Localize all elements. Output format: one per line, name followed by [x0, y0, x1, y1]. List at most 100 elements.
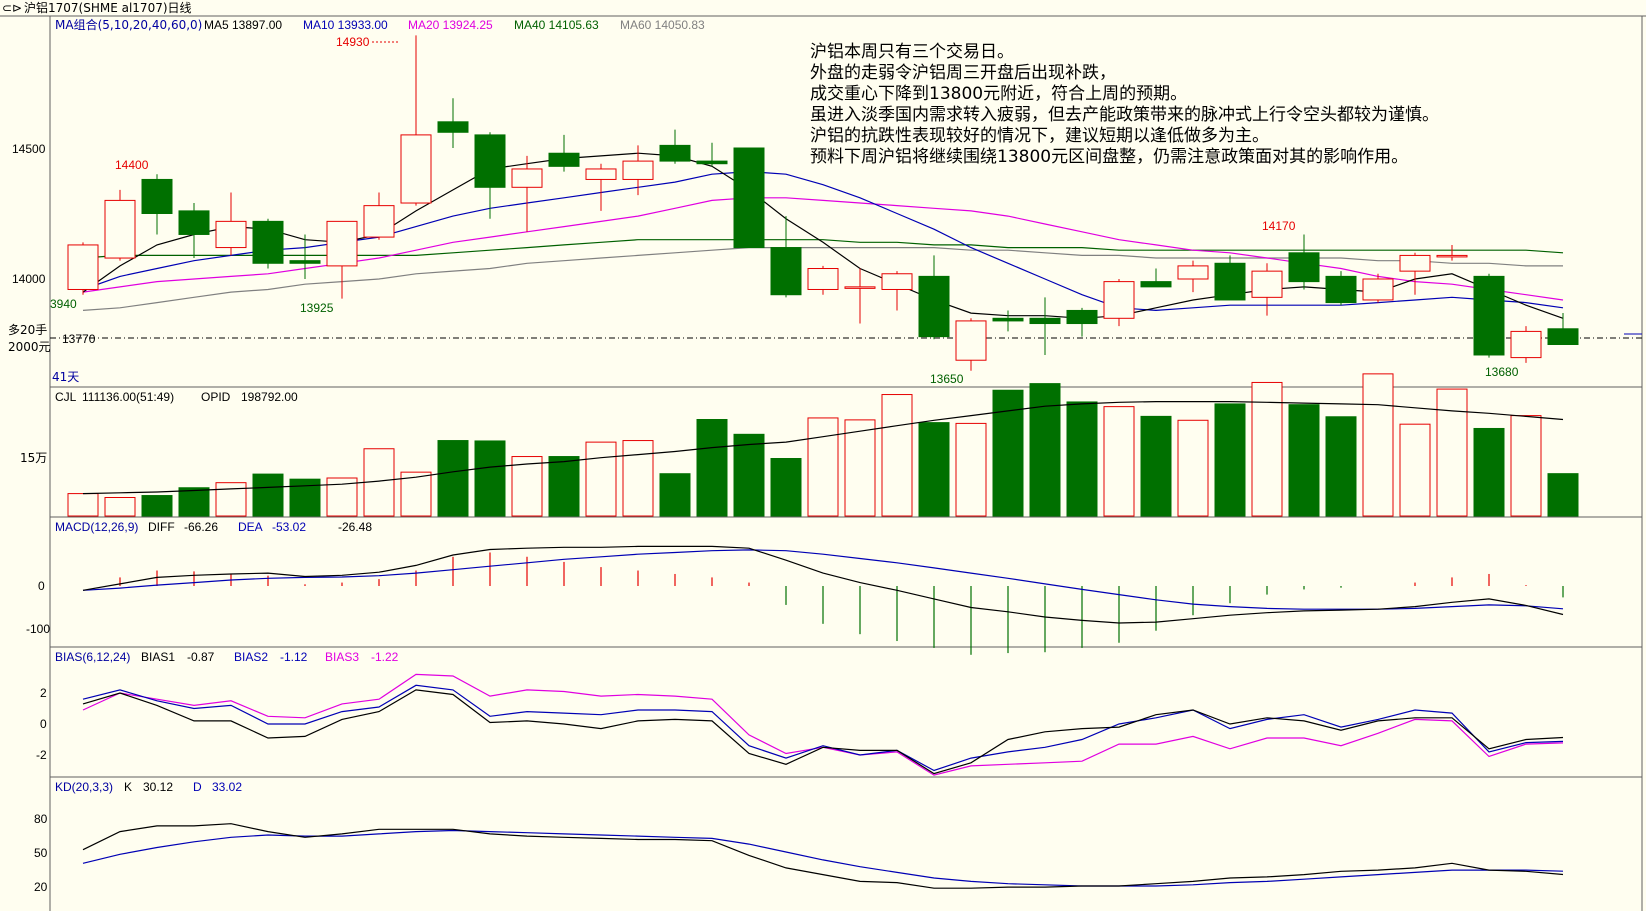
kd-d-label: D [193, 780, 202, 794]
bias-label: BIAS(6,12,24) [55, 650, 130, 664]
candle-body [1436, 254, 1468, 258]
volume-bar [1510, 415, 1542, 517]
volume-label: CJL [55, 390, 77, 404]
candle-body [992, 317, 1024, 322]
kd-legend: KD(20,3,3) K 30.12 D 33.02 80 50 20 [34, 780, 242, 894]
candle-body [363, 205, 395, 238]
candle-body [1325, 275, 1357, 304]
price-tick-14000: 14000 [12, 272, 46, 286]
price-annotations: 14930 14400 13925 13650 14170 13680 3940 [50, 35, 1519, 386]
commentary-line-3: 成交重心下降到13800元附近，符合上周的预期。 [810, 84, 1187, 104]
annotation-low-13650: 13650 [930, 372, 964, 386]
volume-bar [548, 456, 580, 517]
candle-body [1547, 328, 1579, 345]
macd-tick-0: 0 [38, 579, 45, 593]
macd-diff-value: -66.26 [184, 520, 218, 534]
volume-bar [696, 419, 728, 517]
candle-body [844, 286, 876, 289]
commentary-line-5: 沪铝的抗跌性表现较好的情况下，建议短期以逢低做多为主。 [810, 126, 1269, 146]
volume-bar [104, 497, 136, 517]
price-legend: MA组合(5,10,20,40,60,0) MA5 13897.00 MA10 … [55, 17, 705, 32]
bias-tick-0: 0 [40, 717, 47, 731]
volume-bar [1103, 406, 1135, 517]
ma20-legend: MA20 13924.25 [408, 18, 493, 32]
bias1-line [82, 689, 1564, 775]
kd-d-line [82, 829, 1564, 887]
bias3-label: BIAS3 [325, 650, 359, 664]
macd-diff-label: DIFF [148, 520, 175, 534]
volume-bar [1362, 373, 1394, 517]
window-title: 沪铝1707(SHME al1707)日线 [24, 0, 192, 15]
candle-body [881, 273, 913, 290]
candle-body [696, 160, 728, 165]
candle-body [1473, 275, 1505, 356]
macd-plot [82, 545, 1564, 655]
bias3-value: -1.22 [371, 650, 399, 664]
ma60-legend: MA60 14050.83 [620, 18, 705, 32]
annotation-high-14170: 14170 [1262, 219, 1296, 233]
volume-bar [659, 473, 691, 517]
candle-body [1140, 281, 1172, 288]
candle-body [807, 268, 839, 290]
kd-k-label: K [124, 780, 132, 794]
candle-body [474, 134, 506, 188]
bias2-value: -1.12 [280, 650, 308, 664]
kd-plot [82, 823, 1564, 889]
volume-bar [1436, 388, 1468, 517]
commentary-box: 沪铝本周只有三个交易日。 外盘的走弱令沪铝周三开盘后出现补跌， 成交重心下降到1… [810, 42, 1439, 167]
commentary-line-6: 预料下周沪铝将继续围绕13800元区间盘整，仍需注意政策面对其的影响作用。 [810, 147, 1408, 167]
volume-bar [881, 394, 913, 517]
kd-d-value: 33.02 [212, 780, 242, 794]
macd-dea-value: -53.02 [272, 520, 306, 534]
volume-bar [141, 495, 173, 517]
chart-canvas[interactable]: ⊂⊳ 沪铝1707(SHME al1707)日线 MA组合(5,10,20,40… [0, 0, 1646, 911]
ma5-legend: MA5 13897.00 [204, 18, 282, 32]
volume-bar [289, 478, 321, 517]
candle-body [918, 275, 950, 338]
candle-body [1103, 281, 1135, 319]
candle-body [178, 210, 210, 235]
candle-body [1399, 254, 1431, 272]
volume-bar [918, 422, 950, 517]
kd-tick-80: 80 [34, 812, 48, 826]
candle-body [104, 199, 136, 259]
candle-body [252, 220, 284, 264]
candle-body [733, 147, 765, 249]
kd-tick-50: 50 [34, 846, 48, 860]
position-pnl: 2000元 [8, 340, 51, 354]
volume-bar [474, 440, 506, 517]
kd-k-value: 30.12 [143, 780, 173, 794]
annotation-high-14930: 14930 [336, 35, 370, 49]
candle-body [548, 152, 580, 167]
candle-body [1029, 317, 1061, 325]
macd-legend: MACD(12,26,9) DIFF -66.26 DEA -53.02 -26… [26, 520, 372, 636]
candle-body [289, 260, 321, 264]
ma10-legend: MA10 13933.00 [303, 18, 388, 32]
chart-window: ⊂⊳ 沪铝1707(SHME al1707)日线 MA组合(5,10,20,40… [0, 0, 1646, 911]
opid-label: OPID [201, 390, 231, 404]
candle-body [1177, 265, 1209, 280]
bias1-value: -0.87 [187, 650, 215, 664]
volume-bar [585, 441, 617, 517]
bias2-label: BIAS2 [234, 650, 268, 664]
bias-tick-neg2: -2 [36, 748, 47, 762]
kd-label: KD(20,3,3) [55, 780, 113, 794]
bias-plot [82, 673, 1564, 776]
volume-bar [1029, 383, 1061, 517]
title-bar: ⊂⊳ 沪铝1707(SHME al1707)日线 [0, 0, 1646, 16]
volume-bar [1399, 423, 1431, 517]
commentary-line-4: 虽进入淡季国内需求转入疲弱，但去产能政策带来的脉冲式上行令空头都较为谨慎。 [810, 105, 1439, 125]
volume-legend: CJL 111136.00(51:49) OPID 198792.00 15万 [20, 390, 298, 465]
volume-bar [1325, 416, 1357, 517]
volume-bar [67, 493, 99, 517]
bias1-label: BIAS1 [141, 650, 175, 664]
volume-bar [622, 440, 654, 517]
candle-body [1362, 278, 1394, 301]
chart-window-icon[interactable]: ⊂⊳ [2, 1, 22, 15]
candle-body [1214, 262, 1246, 301]
volume-bar [1140, 415, 1172, 517]
annotation-low-13925: 13925 [300, 301, 334, 315]
volume-bar [770, 458, 802, 517]
volume-value: 111136.00(51:49) [82, 390, 174, 404]
volume-bar [1473, 427, 1505, 517]
